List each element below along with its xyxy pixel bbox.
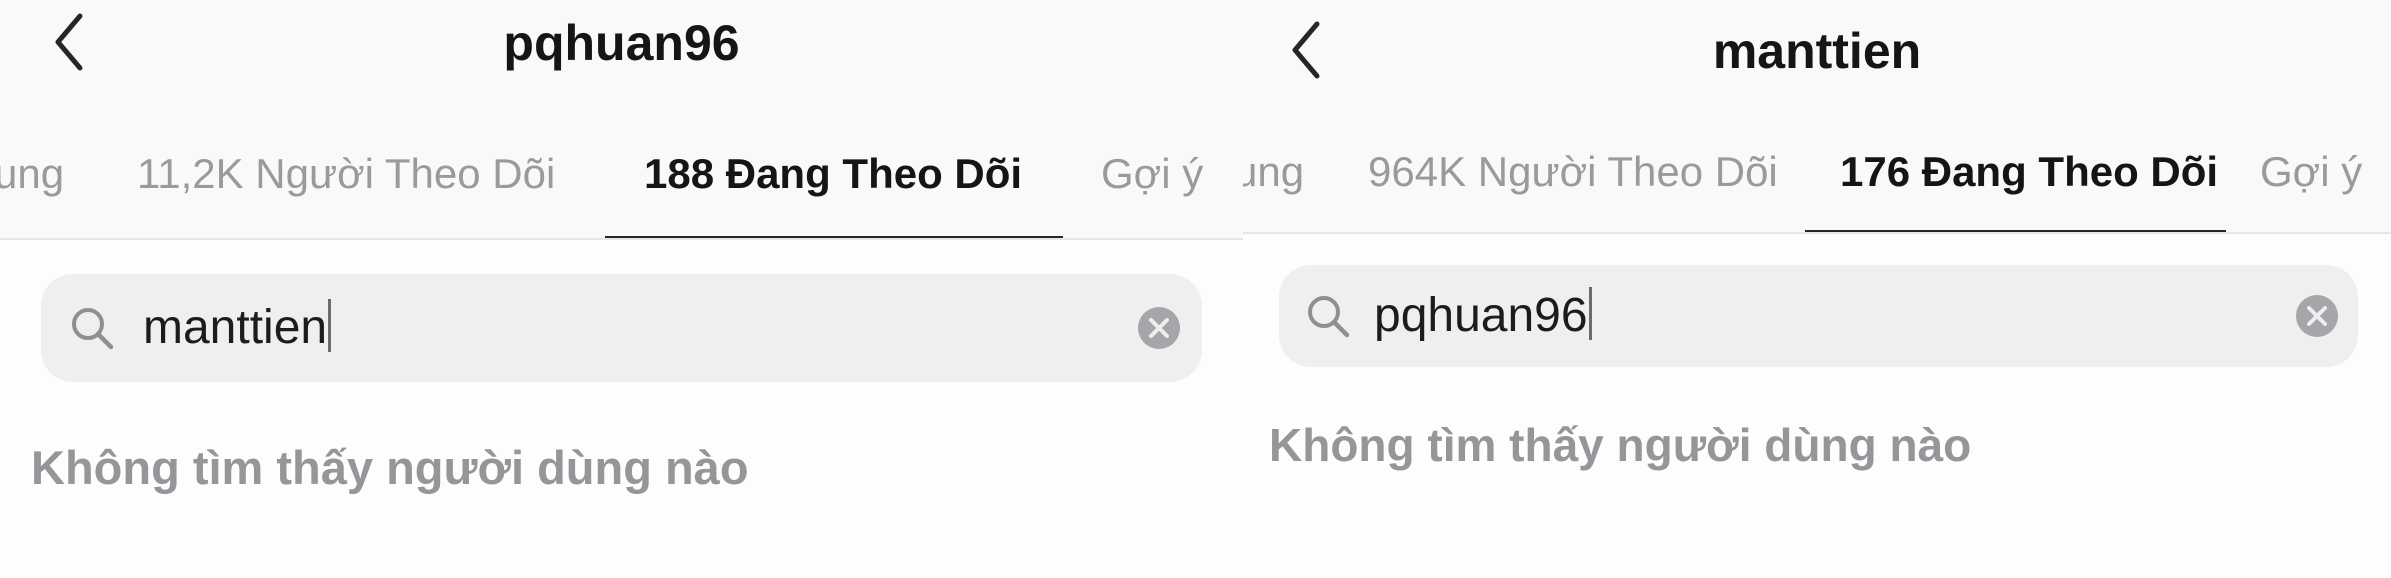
search-bar[interactable]: pqhuan96 [1279,265,2358,367]
tab-following[interactable]: 176 Đang Theo Dõi [1840,148,2218,196]
clear-icon[interactable] [2295,294,2339,338]
left-screenshot-panel: pqhuan96 ung 11,2K Người Theo Dõi 188 Đa… [0,0,1243,578]
profile-header: pqhuan96 ung 11,2K Người Theo Dõi 188 Đa… [0,0,1243,240]
tab-followers[interactable]: 964K Người Theo Dõi [1368,148,1778,196]
no-results-message: Không tìm thấy người dùng nào [31,441,749,494]
tab-clipped[interactable]: ung [1243,148,1304,196]
tab-followers[interactable]: 11,2K Người Theo Dõi [137,150,555,198]
right-screenshot-panel: manttien ung 964K Người Theo Dõi 176 Đan… [1243,0,2391,578]
page-title: pqhuan96 [503,15,740,71]
search-bar[interactable]: manttien [41,274,1202,382]
text-caret [1588,287,1592,340]
search-input[interactable]: pqhuan96 [1374,287,1592,343]
tab-following[interactable]: 188 Đang Theo Dõi [644,150,1022,198]
search-input[interactable]: manttien [143,299,332,355]
clear-icon[interactable] [1137,306,1181,350]
search-icon [1308,296,1350,338]
text-caret [328,299,332,352]
profile-header: manttien ung 964K Người Theo Dõi 176 Đan… [1243,0,2391,234]
search-icon [72,308,114,350]
tab-suggestions[interactable]: Gợi ý [2260,148,2362,196]
tabs-divider [0,238,1243,240]
no-results-message: Không tìm thấy người dùng nào [1269,419,1972,471]
tab-clipped[interactable]: ung [0,150,64,198]
tabs-divider [1243,232,2391,234]
page-title: manttien [1712,23,1922,79]
tab-suggestions[interactable]: Gợi ý [1101,150,1203,198]
